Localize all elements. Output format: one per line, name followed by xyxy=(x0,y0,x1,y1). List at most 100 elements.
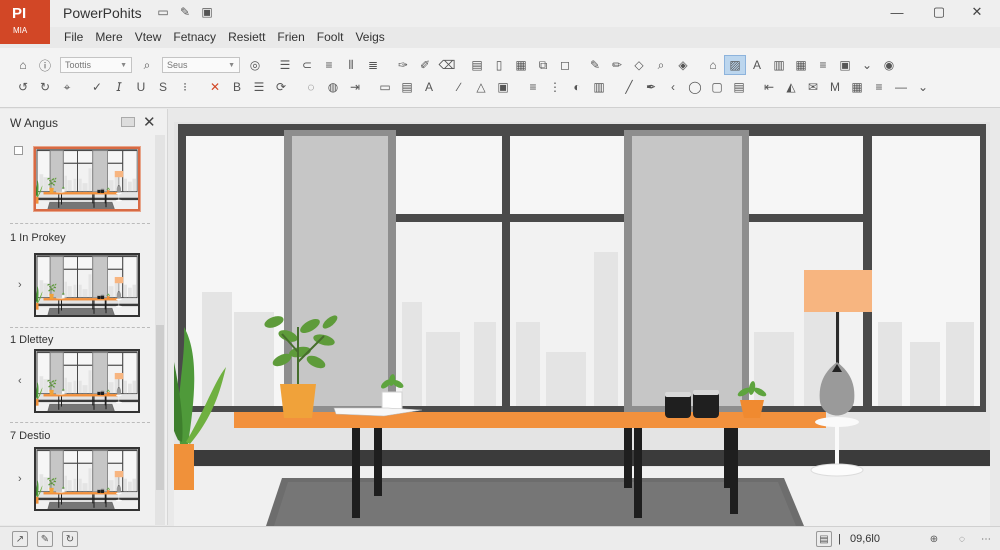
align-left-icon[interactable]: ⇤ xyxy=(758,77,780,97)
shape-icon[interactable]: ◻ xyxy=(554,55,576,75)
slide-canvas[interactable] xyxy=(174,122,990,526)
grid-icon[interactable]: ▦ xyxy=(790,55,812,75)
paragraph-icon[interactable]: ≣ xyxy=(362,55,384,75)
bullets-2-icon[interactable]: ≡ xyxy=(868,77,890,97)
columns-icon[interactable]: ⫴ xyxy=(340,55,362,75)
rotate-icon[interactable]: ⟳ xyxy=(270,77,292,97)
feather-icon[interactable]: ✒ xyxy=(640,77,662,97)
pin-icon[interactable] xyxy=(121,117,135,127)
picture-frame-icon[interactable]: ▣ xyxy=(492,77,514,97)
minimize-icon[interactable]: — xyxy=(886,3,908,21)
view-icon[interactable]: ◉ xyxy=(878,55,900,75)
font-color-icon[interactable]: A xyxy=(418,77,440,97)
pen-icon[interactable]: ✑ xyxy=(392,55,414,75)
picture-icon[interactable]: ▨ xyxy=(724,55,746,75)
indent-icon[interactable]: ⇥ xyxy=(344,77,366,97)
slide-thumbnail-3[interactable] xyxy=(34,349,140,413)
justify-icon[interactable]: ☰ xyxy=(248,77,270,97)
text-a-icon[interactable]: A xyxy=(746,55,768,75)
fit-slide-icon[interactable]: ⊕ xyxy=(926,531,942,547)
triangle-icon[interactable]: △ xyxy=(470,77,492,97)
copy-icon[interactable]: ⧉ xyxy=(532,55,554,75)
menu-lines-icon[interactable]: ≡ xyxy=(812,55,834,75)
table-small-icon[interactable]: ▦ xyxy=(846,77,868,97)
list-icon[interactable]: ≡ xyxy=(318,55,340,75)
edit-notes-icon[interactable]: ✎ xyxy=(37,531,53,547)
table-icon[interactable]: ▦ xyxy=(510,55,532,75)
tablet-icon[interactable]: ▯ xyxy=(488,55,510,75)
calendar-icon[interactable]: ▤ xyxy=(728,77,750,97)
menu-frien[interactable]: Frien xyxy=(271,27,310,47)
slide-thumbnail-1[interactable] xyxy=(34,147,140,211)
panel-scrollbar[interactable] xyxy=(155,135,165,525)
menu-foolt[interactable]: Foolt xyxy=(311,27,350,47)
eye-icon[interactable]: ◎ xyxy=(244,55,266,75)
pencil-icon[interactable]: ✎ xyxy=(584,55,606,75)
house-icon[interactable]: ⌂ xyxy=(702,55,724,75)
link-icon[interactable]: ⊂ xyxy=(296,55,318,75)
line-icon[interactable]: ∕ xyxy=(448,77,470,97)
minimize-small-icon[interactable]: ▭ xyxy=(156,5,170,19)
fill-icon[interactable]: ◭ xyxy=(780,77,802,97)
slide-thumbnail-4[interactable] xyxy=(34,447,140,511)
search-icon[interactable]: ⌕ xyxy=(136,55,158,75)
align-icon[interactable]: ☰ xyxy=(274,55,296,75)
bullets-icon[interactable]: ≡ xyxy=(522,77,544,97)
normal-view-icon[interactable]: ▤ xyxy=(816,531,832,547)
menu-veigs[interactable]: Veigs xyxy=(349,27,390,47)
menu-file[interactable]: File xyxy=(58,27,89,47)
maximize-icon[interactable]: ▢ xyxy=(928,3,950,21)
expand-icon[interactable]: ↗ xyxy=(12,531,28,547)
format-painter-icon[interactable]: ⌖ xyxy=(56,77,78,97)
chevron-right-icon[interactable]: › xyxy=(18,279,22,291)
font-size-icon[interactable]: M xyxy=(824,77,846,97)
edit-icon[interactable]: ✎ xyxy=(178,5,192,19)
redo-icon[interactable]: ↻ xyxy=(34,77,56,97)
slide-thumbnail-2[interactable] xyxy=(34,253,140,317)
zoom-icon[interactable]: ⌕ xyxy=(650,55,672,75)
chat-icon[interactable]: ◍ xyxy=(322,77,344,97)
menu-fetnacy[interactable]: Fetnacy xyxy=(167,27,222,47)
tag-icon[interactable]: ◇ xyxy=(628,55,650,75)
clear-format-icon[interactable]: ✕ xyxy=(204,77,226,97)
size-select[interactable]: Seus ▼ xyxy=(162,57,240,73)
underline-icon[interactable]: U xyxy=(130,77,152,97)
zoom-icon[interactable]: ◌ xyxy=(954,531,970,547)
numbering-icon[interactable]: ⋮ xyxy=(544,77,566,97)
chevron-right-icon[interactable]: › xyxy=(18,473,22,485)
marker-icon[interactable]: ✏ xyxy=(606,55,628,75)
brush-icon[interactable]: ✐ xyxy=(414,55,436,75)
menu-mere[interactable]: Mere xyxy=(89,27,128,47)
mail-icon[interactable]: ✉ xyxy=(802,77,824,97)
refresh-icon[interactable]: ↻ xyxy=(62,531,78,547)
section-checkbox[interactable] xyxy=(14,146,23,155)
menu-view[interactable]: Vtew xyxy=(129,27,168,47)
comment-icon[interactable]: ◌ xyxy=(300,77,322,97)
document-icon[interactable]: ▤ xyxy=(466,55,488,75)
dash-icon[interactable]: — xyxy=(890,77,912,97)
layout-icon[interactable]: ▭ xyxy=(374,77,396,97)
menu-resiett[interactable]: Resiett xyxy=(222,27,271,47)
note-icon[interactable]: ▥ xyxy=(768,55,790,75)
font-select[interactable]: Toottis ▼ xyxy=(60,57,132,73)
strikethrough-icon[interactable]: S xyxy=(152,77,174,97)
box-icon[interactable]: ▢ xyxy=(706,77,728,97)
close-panel-icon[interactable]: ✕ xyxy=(143,113,156,131)
bookmark-icon[interactable]: ◐ xyxy=(566,77,588,97)
check-icon[interactable]: ✓ xyxy=(86,77,108,97)
italic-icon[interactable]: 𝘐 xyxy=(108,77,130,97)
info-icon[interactable]: ⓘ xyxy=(34,55,56,75)
close-icon[interactable]: ✕ xyxy=(966,3,988,21)
more-options-icon[interactable]: ⋯ xyxy=(978,531,994,547)
chevron-down-icon[interactable]: ⌄ xyxy=(912,77,934,97)
scroll-thumb[interactable] xyxy=(156,325,164,490)
slash-icon[interactable]: ╱ xyxy=(618,77,640,97)
circle-icon[interactable]: ◯ xyxy=(684,77,706,97)
frame-icon[interactable]: ▣ xyxy=(834,55,856,75)
undo-icon[interactable]: ↺ xyxy=(12,77,34,97)
chevron-down-icon[interactable]: ⌄ xyxy=(856,55,878,75)
layers-icon[interactable]: ▤ xyxy=(396,77,418,97)
more-icon[interactable]: ⁝ xyxy=(174,77,196,97)
eraser-icon[interactable]: ⌫ xyxy=(436,55,458,75)
chevron-left-icon[interactable]: ‹ xyxy=(662,77,684,97)
